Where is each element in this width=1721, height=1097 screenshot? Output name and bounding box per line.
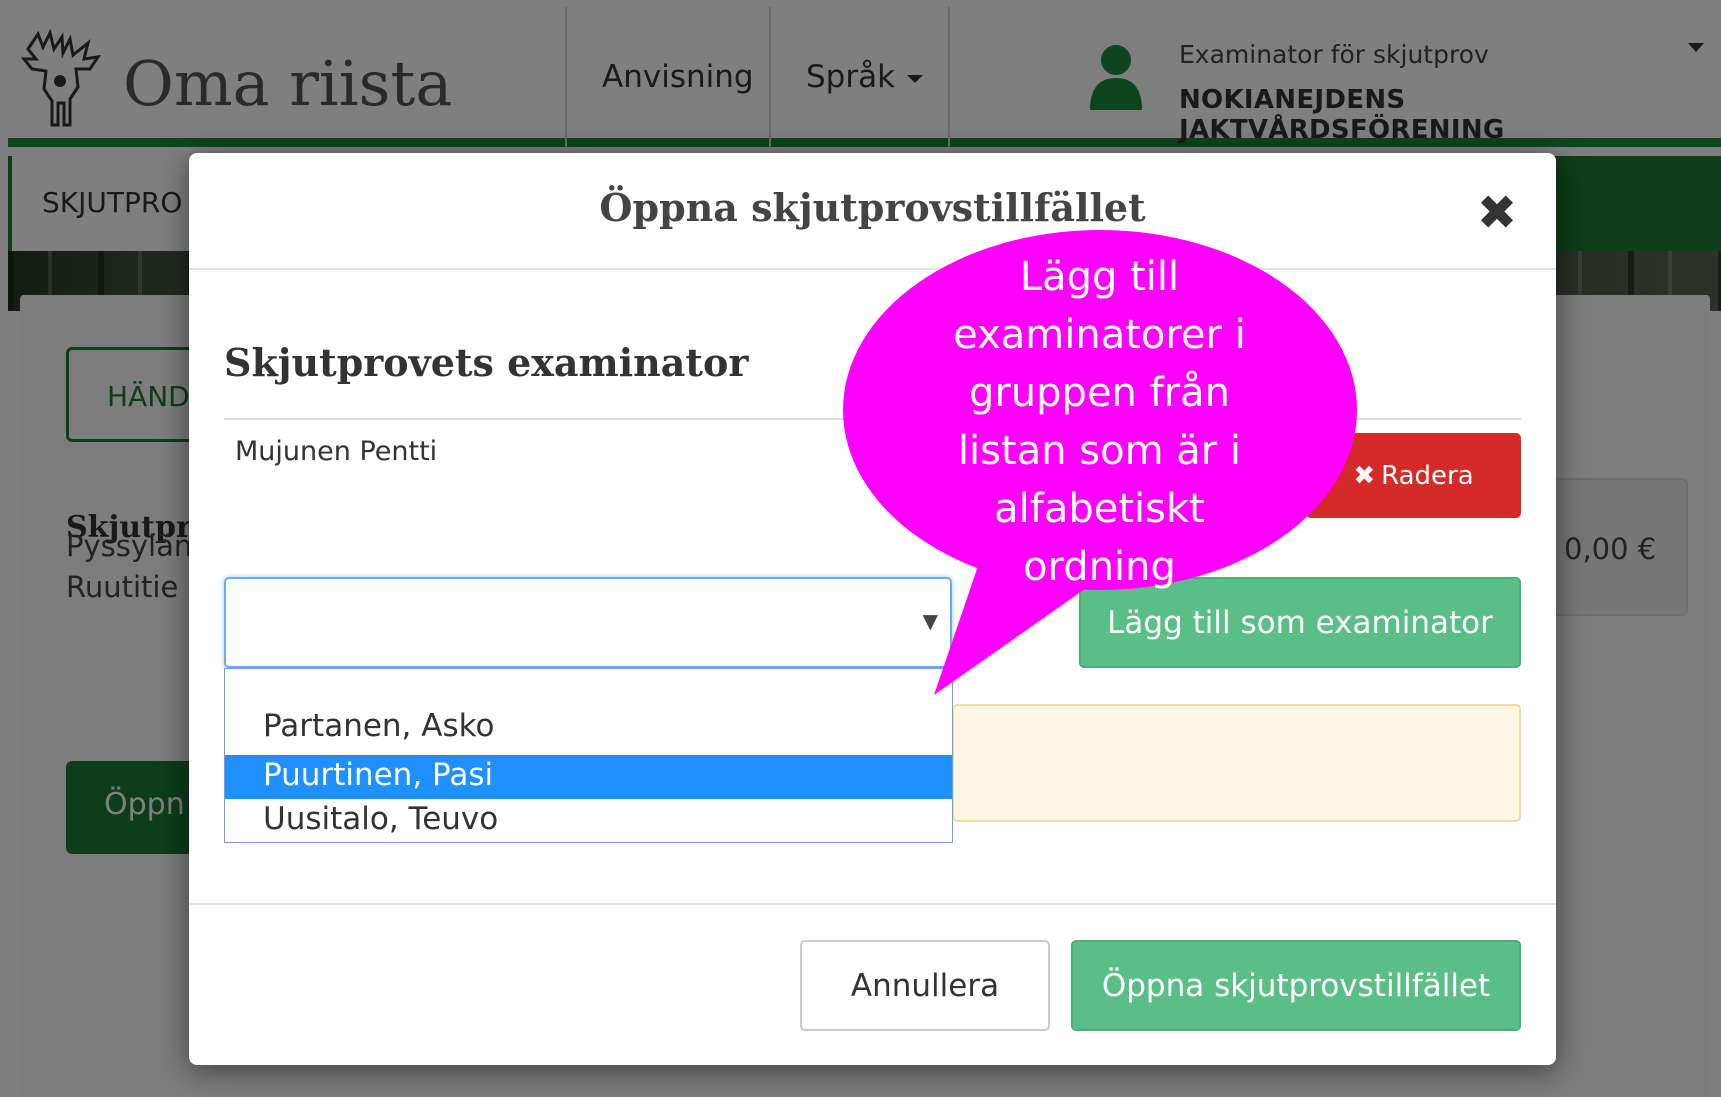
dialog-title: Öppna skjutprovstillfället <box>599 185 1146 230</box>
callout-line: Lägg till <box>1019 254 1180 300</box>
dropdown-option-highlighted[interactable]: Puurtinen, Pasi <box>225 755 952 799</box>
cancel-button[interactable]: Annullera <box>800 940 1050 1031</box>
examiner-name: Mujunen Pentti <box>235 436 438 467</box>
delete-label: Radera <box>1381 461 1474 491</box>
section-title: Skjutprovets examinator <box>224 340 749 385</box>
callout-line: ordning <box>1023 544 1176 590</box>
open-event-submit-button[interactable]: Öppna skjutprovstillfället <box>1071 940 1521 1031</box>
dropdown-option[interactable]: Uusitalo, Teuvo <box>225 799 952 843</box>
callout-text: Lägg till examinatorer i gruppen från li… <box>862 248 1337 596</box>
close-icon[interactable]: ✖ <box>1475 189 1519 237</box>
dialog-footer-divider <box>189 903 1556 905</box>
callout-line: alfabetiskt <box>994 486 1205 532</box>
callout-line: listan som är i <box>957 428 1242 474</box>
callout-line: examinatorer i <box>953 312 1246 358</box>
callout-line: gruppen från <box>968 370 1231 416</box>
